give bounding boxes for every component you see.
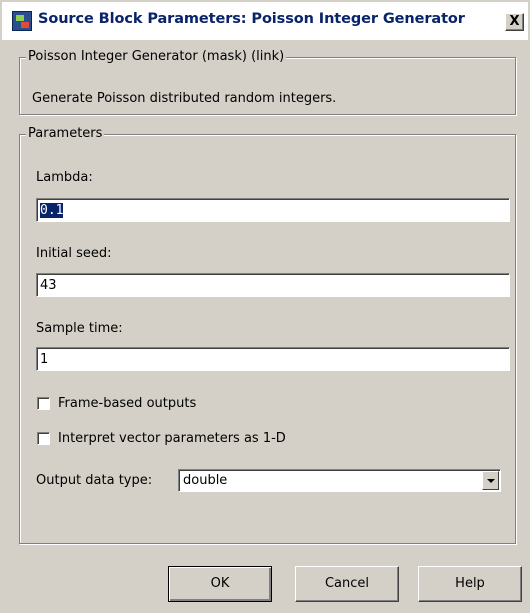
block-info-group-title: Poisson Integer Generator (mask) (link)	[26, 49, 287, 64]
interpret-vector-checkbox[interactable]	[37, 432, 50, 445]
output-data-type-label: Output data type:	[36, 473, 153, 488]
initial-seed-field[interactable]: 43	[36, 273, 510, 297]
lambda-field[interactable]: 0.1	[36, 198, 510, 222]
ok-button[interactable]: OK	[168, 566, 272, 602]
output-data-type-value: double	[183, 473, 228, 488]
title-bar[interactable]: Source Block Parameters: Poisson Integer…	[2, 2, 528, 40]
window-title: Source Block Parameters: Poisson Integer…	[38, 11, 465, 27]
sample-time-field[interactable]: 1	[36, 347, 510, 371]
close-button[interactable]: X	[505, 13, 524, 31]
sample-time-label: Sample time:	[36, 321, 123, 336]
block-info-group: Poisson Integer Generator (mask) (link) …	[19, 49, 516, 115]
initial-seed-label: Initial seed:	[36, 246, 112, 261]
cancel-button[interactable]: Cancel	[295, 566, 399, 602]
simulink-block-icon	[12, 11, 32, 31]
interpret-vector-label: Interpret vector parameters as 1-D	[58, 431, 286, 446]
interpret-vector-row[interactable]: Interpret vector parameters as 1-D	[37, 431, 286, 446]
frame-based-outputs-label: Frame-based outputs	[58, 396, 197, 411]
chevron-down-icon[interactable]	[482, 471, 499, 490]
parameters-group-title: Parameters	[26, 126, 105, 141]
lambda-value: 0.1	[40, 203, 64, 218]
block-description: Generate Poisson distributed random inte…	[32, 91, 337, 106]
sample-time-value: 1	[40, 352, 49, 367]
frame-based-outputs-row[interactable]: Frame-based outputs	[37, 396, 196, 411]
output-data-type-select[interactable]: double	[178, 469, 501, 492]
dialog-window: Source Block Parameters: Poisson Integer…	[0, 0, 530, 613]
frame-based-outputs-checkbox[interactable]	[37, 397, 50, 410]
initial-seed-value: 43	[40, 278, 57, 293]
help-button[interactable]: Help	[418, 566, 522, 602]
lambda-label: Lambda:	[36, 170, 93, 185]
